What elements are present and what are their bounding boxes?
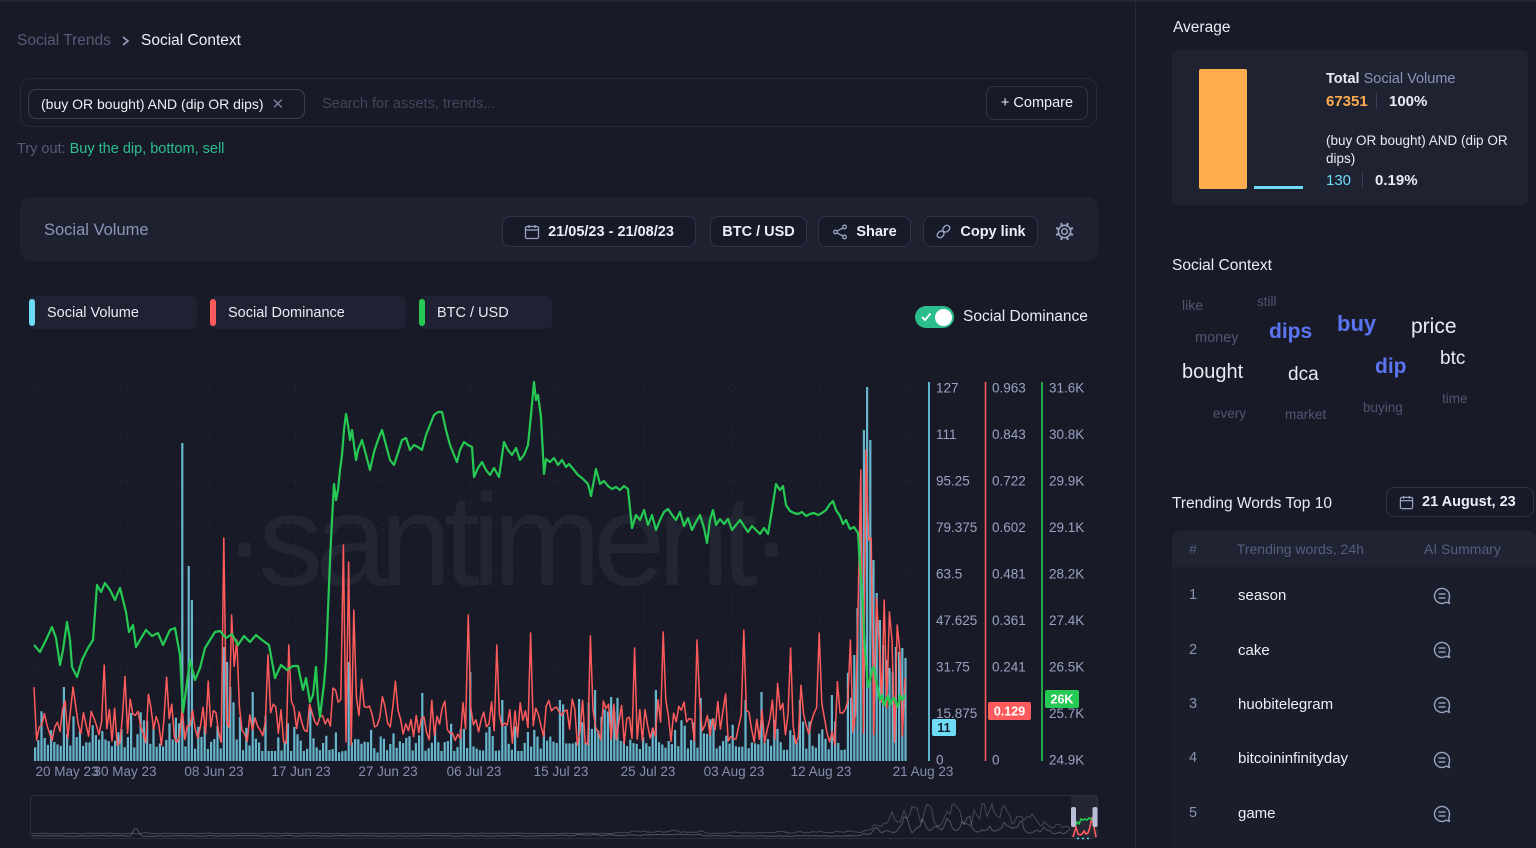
svg-text:29.1K: 29.1K (1049, 520, 1084, 535)
svg-text:30 May 23: 30 May 23 (93, 764, 156, 779)
svg-text:127: 127 (936, 381, 959, 396)
svg-text:0.602: 0.602 (992, 520, 1026, 535)
svg-text:·santiment·: ·santiment· (223, 467, 785, 613)
svg-text:17 Jun 23: 17 Jun 23 (271, 764, 330, 779)
svg-text:26.5K: 26.5K (1049, 660, 1084, 675)
svg-text:06 Jul 23: 06 Jul 23 (447, 764, 502, 779)
svg-text:31.75: 31.75 (936, 660, 970, 675)
svg-text:08 Jun 23: 08 Jun 23 (184, 764, 243, 779)
svg-text:0: 0 (992, 753, 1000, 768)
svg-text:0.481: 0.481 (992, 567, 1026, 582)
svg-text:31.6K: 31.6K (1049, 381, 1084, 396)
svg-text:24.9K: 24.9K (1049, 753, 1084, 768)
svg-text:15.875: 15.875 (936, 706, 977, 721)
svg-text:26K: 26K (1051, 693, 1074, 707)
svg-text:111: 111 (936, 427, 957, 442)
svg-text:25.7K: 25.7K (1049, 706, 1084, 721)
svg-text:0.241: 0.241 (992, 660, 1026, 675)
svg-text:47.625: 47.625 (936, 613, 977, 628)
svg-text:27 Jun 23: 27 Jun 23 (358, 764, 417, 779)
svg-text:25 Jul 23: 25 Jul 23 (621, 764, 676, 779)
svg-text:03 Aug 23: 03 Aug 23 (704, 764, 765, 779)
svg-text:29.9K: 29.9K (1049, 474, 1084, 489)
svg-text:95.25: 95.25 (936, 474, 970, 489)
svg-text:0.963: 0.963 (992, 381, 1026, 396)
svg-text:20 May 23: 20 May 23 (35, 764, 98, 779)
svg-text:63.5: 63.5 (936, 567, 962, 582)
svg-text:0.843: 0.843 (992, 427, 1026, 442)
svg-text:15 Jul 23: 15 Jul 23 (534, 764, 589, 779)
svg-text:0.722: 0.722 (992, 474, 1026, 489)
svg-text:0.361: 0.361 (992, 613, 1026, 628)
svg-text:28.2K: 28.2K (1049, 567, 1084, 582)
svg-text:21 Aug 23: 21 Aug 23 (893, 764, 954, 779)
svg-text:12 Aug 23: 12 Aug 23 (791, 764, 852, 779)
svg-text:27.4K: 27.4K (1049, 613, 1084, 628)
svg-text:0.129: 0.129 (994, 705, 1025, 719)
svg-text:30.8K: 30.8K (1049, 427, 1084, 442)
svg-text:79.375: 79.375 (936, 520, 977, 535)
svg-text:11: 11 (937, 721, 950, 735)
